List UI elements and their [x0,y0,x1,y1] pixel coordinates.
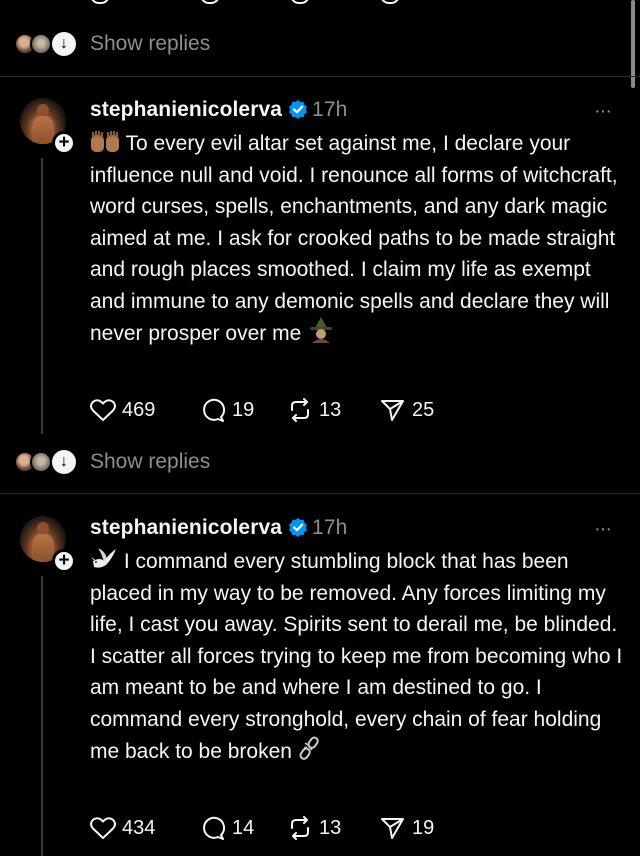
witch-icon [310,317,333,343]
heart-icon [90,399,116,422]
post-body: To every evil altar set against me, I de… [90,132,618,345]
post-header: stephanienicolerva 17h [90,98,347,122]
previous-post-actions [0,0,640,4]
follow-plus-icon[interactable]: + [52,131,76,155]
send-icon [381,818,404,839]
like-icon[interactable] [90,0,110,4]
repost-icon[interactable] [290,0,310,4]
chevron-down-icon: ↓ [52,32,76,56]
show-replies-label[interactable]: Show replies [90,32,210,56]
divider [0,76,640,77]
reply-count: 19 [232,399,255,421]
praying-hands-icon [91,131,119,152]
send-icon [381,400,404,421]
repost-count: 13 [319,817,342,839]
username[interactable]: stephanienicolerva [90,98,282,121]
post-body: I command every stumbling block that has… [90,550,623,763]
repost-count: 13 [319,399,342,421]
reply-avatars: ↓ [14,449,80,475]
comment-icon [203,816,226,840]
username[interactable]: stephanienicolerva [90,516,282,539]
comment-icon [203,398,226,422]
post-actions: 434 14 13 19 [90,814,590,842]
post-text: I command every stumbling block that has… [90,546,625,768]
more-options-icon[interactable]: ··· [594,100,612,123]
share-count: 19 [412,817,435,839]
repost-icon [291,398,309,422]
like-count: 469 [122,399,156,421]
avatar [30,33,52,55]
timestamp: 17h [312,516,348,539]
reply-icon[interactable] [200,0,220,4]
reply-avatars: ↓ [14,31,80,57]
broken-chain-icon [299,736,319,760]
follow-plus-icon[interactable]: + [52,549,76,573]
like-count: 434 [122,817,156,839]
verified-badge-icon [289,518,308,537]
avatar [30,451,52,473]
chevron-down-icon: ↓ [52,450,76,474]
thread-line [41,158,43,434]
post-actions: 469 19 13 25 [90,396,590,424]
verified-badge-icon [289,100,308,119]
reply-count: 14 [232,817,255,839]
share-count: 25 [412,399,435,421]
show-replies-row[interactable]: ↓ Show replies [0,436,640,496]
timestamp: 17h [312,98,348,121]
show-replies-label[interactable]: Show replies [90,450,210,474]
thread-line [41,576,43,856]
dove-icon [91,548,116,568]
post-header: stephanienicolerva 17h [90,516,347,540]
share-icon[interactable] [380,0,400,4]
repost-icon [291,816,309,840]
show-replies-row[interactable]: ↓ Show replies [0,18,640,78]
post-text: To every evil altar set against me, I de… [90,128,625,350]
divider [0,493,640,494]
heart-icon [90,817,116,840]
more-options-icon[interactable]: ··· [594,518,612,541]
